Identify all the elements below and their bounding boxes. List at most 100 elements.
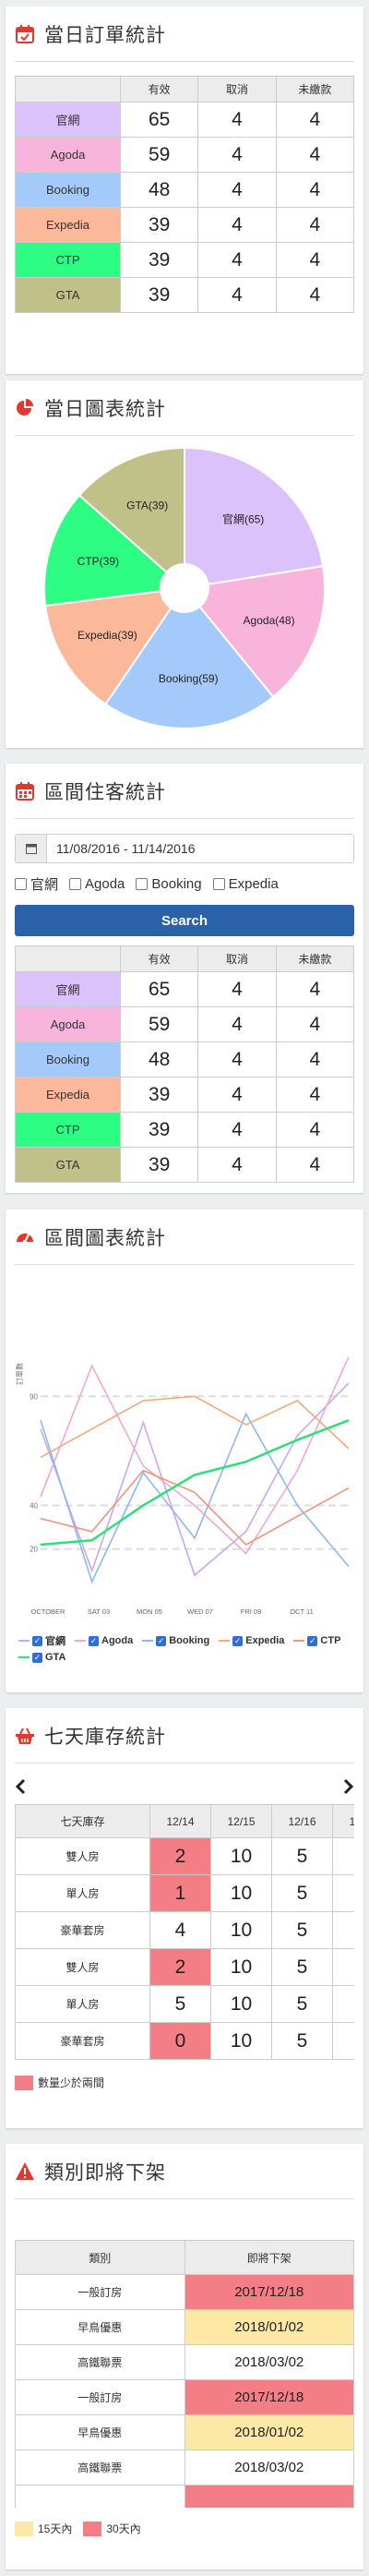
chevron-left-icon[interactable]	[15, 1778, 28, 1795]
legend-item[interactable]: ✓ GTA	[18, 1652, 65, 1663]
table-row: 早鳥優惠 2018/01/02	[15, 2414, 354, 2450]
checkbox-agoda[interactable]: Agoda	[69, 876, 125, 892]
calendar-icon	[16, 24, 34, 43]
checkbox-label: Agoda	[85, 875, 125, 892]
stock-cell: 8	[332, 1985, 354, 2023]
legend-checkbox[interactable]: ✓	[232, 1635, 244, 1646]
range-chart-card: 區間圖表統計 20 40 90 訂單數 OCTOBER SAT 03 MON 05 WED 0…	[6, 1210, 363, 1692]
room-type-cell: 雙人房	[15, 1948, 150, 1986]
table-header-row: 類別 即將下架	[15, 2240, 354, 2275]
stock-cell: 10	[210, 2022, 272, 2060]
stock-cell: 10	[210, 1874, 272, 1912]
legend-item[interactable]: ✓ CTP	[293, 1633, 340, 1648]
table-row: Agoda 59 4 4	[15, 1006, 355, 1042]
table-header: 12/17	[332, 1804, 354, 1838]
date-range-picker[interactable]: 11/08/2016 - 11/14/2016	[15, 834, 354, 863]
table-header: 12/15	[210, 1804, 272, 1838]
table-row: GTA 39 4 4	[15, 1147, 355, 1183]
channel-name-cell: CTP	[15, 1112, 121, 1148]
channel-name-cell: 官網	[15, 971, 121, 1007]
daily-chart-title: 當日圖表統計	[44, 398, 166, 420]
valid-count-cell: 39	[119, 1112, 199, 1148]
legend-label: 30天內	[106, 2522, 141, 2535]
room-type-cell: 豪華套房	[15, 2022, 150, 2060]
stock-cell: 10	[210, 1948, 272, 1986]
stock-cell: 5	[149, 1985, 211, 2023]
checkbox-box[interactable]	[212, 877, 225, 890]
unpaid-count-cell: 4	[275, 1006, 355, 1042]
legend-checkbox[interactable]: ✓	[32, 1652, 42, 1663]
legend-checkbox[interactable]: ✓	[156, 1635, 167, 1646]
series-line	[40, 1356, 350, 1555]
legend-label: Agoda	[101, 1635, 134, 1646]
table-row: CTP 39 4 4	[15, 242, 355, 278]
stock-cell: 10	[210, 1985, 272, 2023]
checkbox-box[interactable]	[69, 877, 82, 890]
valid-count-cell: 39	[119, 277, 199, 313]
legend-label: Expedia	[245, 1635, 285, 1646]
stock-cell: 1	[149, 1874, 211, 1912]
delist-date-cell: 2018/01/02	[184, 2414, 354, 2450]
delist-legend: 15天內 30天內	[15, 2521, 354, 2536]
legend-item[interactable]: ✓ Booking	[142, 1633, 209, 1648]
channel-name-cell: CTP	[15, 242, 121, 278]
table-row: Expedia 39 4 4	[15, 207, 355, 243]
cancel-count-cell: 4	[197, 102, 277, 138]
dashboard-icon	[17, 1233, 33, 1244]
y-tick-label: 40	[30, 1501, 38, 1510]
stock-cell: 8	[332, 2022, 354, 2060]
checkbox-booking[interactable]: Booking	[136, 876, 202, 892]
pie-label: Booking(59)	[159, 672, 219, 685]
daily-chart-card: 當日圖表統計 官網(65) Agoda(48) Booking(59) Expedia…	[6, 380, 363, 748]
legend-label: Booking	[169, 1635, 210, 1646]
checkbox-expedia[interactable]: Expedia	[212, 875, 279, 892]
checkbox-label: Expedia	[228, 875, 279, 892]
table-row: 豪華套房41058	[15, 1911, 354, 1949]
delist-date-cell: 2018/03/02	[184, 2344, 354, 2380]
unpaid-count-cell: 4	[275, 277, 355, 313]
unpaid-count-cell: 4	[275, 172, 355, 208]
basket-icon	[16, 1727, 34, 1744]
legend-item[interactable]: ✓ Expedia	[219, 1633, 284, 1648]
inventory-scroll[interactable]: 七天庫存 12/14 12/15 12/16 12/17 雙人房21058單人房…	[15, 1804, 354, 2060]
checkbox-official[interactable]: 官網	[15, 874, 58, 894]
search-button[interactable]: Search	[15, 905, 354, 936]
legend-checkbox[interactable]: ✓	[307, 1635, 318, 1646]
legend-label: GTA	[45, 1652, 66, 1663]
chevron-right-icon[interactable]	[341, 1778, 354, 1795]
legend-label: CTP	[320, 1635, 341, 1646]
channel-name-cell: Agoda	[15, 1006, 121, 1042]
delist-card: 類別即將下架 類別 即將下架 一般訂房 2017/12/18 早鳥優惠 2018/01…	[6, 2144, 363, 2570]
stock-cell: 8	[332, 1837, 354, 1875]
unpaid-count-cell: 4	[275, 242, 355, 278]
series-line	[40, 1419, 350, 1547]
legend-checkbox[interactable]: ✓	[32, 1635, 42, 1646]
category-cell: 一般訂房	[15, 2379, 185, 2415]
legend-item[interactable]: ✓ 官網	[18, 1633, 65, 1648]
legend-checkbox[interactable]: ✓	[89, 1635, 99, 1646]
stock-cell: 5	[271, 2022, 333, 2060]
date-range-input[interactable]: 11/08/2016 - 11/14/2016	[47, 835, 353, 862]
table-header: 七天庫存	[15, 1804, 150, 1838]
delist-scroll[interactable]: 類別 即將下架 一般訂房 2017/12/18 早鳥優惠 2018/01/02 高鐵聯票…	[15, 2240, 354, 2508]
checkbox-box[interactable]	[15, 877, 27, 890]
legend-item[interactable]: ✓ Agoda	[75, 1633, 133, 1648]
legend-line-swatch	[142, 1640, 154, 1642]
pie-label: Agoda(48)	[244, 614, 295, 627]
legend-swatch-15	[15, 2521, 33, 2536]
cancel-count-cell: 4	[197, 1147, 277, 1183]
range-chart-title: 區間圖表統計	[44, 1227, 166, 1249]
series-line	[40, 1469, 350, 1546]
room-type-cell: 豪華套房	[15, 1911, 150, 1949]
valid-count-cell: 59	[119, 137, 199, 173]
table-header: 未繳款	[275, 945, 355, 972]
x-tick-label: FRI 09	[241, 1607, 262, 1616]
delist-header: 類別即將下架	[15, 2144, 354, 2199]
table-header-row: 有效 取消 未繳款	[15, 76, 355, 102]
table-header: 類別	[15, 2240, 185, 2275]
cancel-count-cell: 4	[197, 1077, 277, 1113]
checkbox-box[interactable]	[136, 877, 149, 890]
stock-cell: 2	[149, 1948, 211, 1986]
stock-cell: 5	[271, 1948, 333, 1986]
range-stay-card: 區間住客統計 11/08/2016 - 11/14/2016 官網 Agoda …	[6, 764, 363, 1193]
